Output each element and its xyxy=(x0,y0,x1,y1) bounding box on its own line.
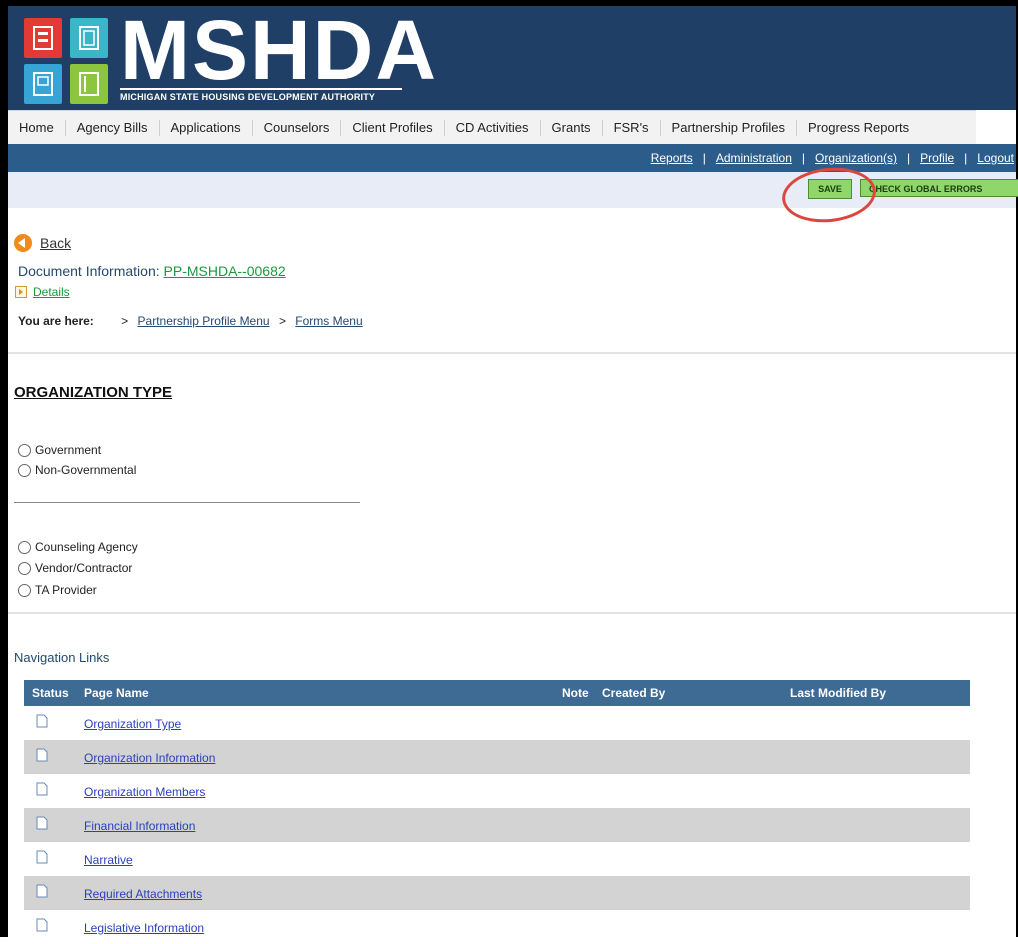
breadcrumb-label: You are here: xyxy=(18,314,94,328)
subnav-reports[interactable]: Reports xyxy=(651,151,693,165)
subnav-profile[interactable]: Profile xyxy=(920,151,954,165)
page-icon xyxy=(36,918,48,935)
table-row: Organization Members xyxy=(24,774,970,808)
back-link[interactable]: Back xyxy=(14,234,71,252)
door-icon xyxy=(24,18,62,58)
page-title: ORGANIZATION TYPE xyxy=(14,384,173,401)
logo-blocks xyxy=(24,18,108,104)
sub-nav: Reports | Administration | Organization(… xyxy=(8,144,1016,172)
breadcrumb-forms-menu[interactable]: Forms Menu xyxy=(295,314,362,328)
document-information: Document Information: PP-MSHDA--00682 xyxy=(18,263,286,279)
separator: | xyxy=(907,151,911,165)
link-required-attachments[interactable]: Required Attachments xyxy=(84,887,202,901)
link-organization-members[interactable]: Organization Members xyxy=(84,785,205,799)
link-legislative-information[interactable]: Legislative Information xyxy=(84,921,204,935)
main-nav: Home Agency Bills Applications Counselor… xyxy=(8,110,976,145)
page-icon xyxy=(36,748,48,765)
link-financial-information[interactable]: Financial Information xyxy=(84,819,195,833)
subnav-logout[interactable]: Logout xyxy=(977,151,1014,165)
breadcrumb-separator: > xyxy=(278,314,286,328)
nav-fsrs[interactable]: FSR's xyxy=(603,120,661,136)
expand-icon xyxy=(15,286,27,298)
nav-cd-activities[interactable]: CD Activities xyxy=(445,120,541,136)
details-link[interactable]: Details xyxy=(33,285,70,299)
table-row: Organization Information xyxy=(24,740,970,774)
page-icon xyxy=(36,782,48,799)
table-row: Required Attachments xyxy=(24,876,970,910)
breadcrumb-separator: > xyxy=(121,314,129,328)
radio-label: Government xyxy=(35,443,102,457)
link-organization-type[interactable]: Organization Type xyxy=(84,717,181,731)
nav-agency-bills[interactable]: Agency Bills xyxy=(66,120,160,136)
nav-counselors[interactable]: Counselors xyxy=(253,120,342,136)
link-organization-information[interactable]: Organization Information xyxy=(84,751,215,765)
logo-wordmark: MSHDA xyxy=(120,3,438,97)
navigation-links-table: Status Page Name Note Created By Last Mo… xyxy=(24,680,970,944)
divider xyxy=(8,352,1016,354)
cabinet-icon xyxy=(24,64,62,104)
column-note: Note xyxy=(562,686,589,700)
table-header: Status Page Name Note Created By Last Mo… xyxy=(24,680,970,706)
nav-progress-reports[interactable]: Progress Reports xyxy=(797,120,920,136)
separator: | xyxy=(964,151,968,165)
page-icon xyxy=(36,884,48,901)
subnav-organizations[interactable]: Organization(s) xyxy=(815,151,897,165)
house-icon xyxy=(70,64,108,104)
page-icon xyxy=(36,714,48,731)
breadcrumb-partnership-profile-menu[interactable]: Partnership Profile Menu xyxy=(138,314,270,328)
radio-vendor-contractor[interactable]: Vendor/Contractor xyxy=(18,561,132,575)
radio-circle[interactable] xyxy=(18,463,31,477)
radio-label: Non-Governmental xyxy=(35,463,137,477)
logo-underline xyxy=(120,88,402,90)
check-global-errors-button[interactable]: CHECK GLOBAL ERRORS xyxy=(860,179,1018,197)
window-icon xyxy=(70,18,108,58)
radio-government[interactable]: Government xyxy=(18,443,101,457)
document-info-label: Document Information: xyxy=(18,263,160,279)
table-row: Legislative Information xyxy=(24,910,970,944)
document-id-link[interactable]: PP-MSHDA--00682 xyxy=(164,263,286,279)
column-created-by: Created By xyxy=(602,686,666,700)
breadcrumb: You are here: > Partnership Profile Menu… xyxy=(18,314,363,328)
nav-applications[interactable]: Applications xyxy=(160,120,253,136)
logo-subtitle: MICHIGAN STATE HOUSING DEVELOPMENT AUTHO… xyxy=(120,92,376,102)
radio-label: Counseling Agency xyxy=(35,540,138,554)
column-last-modified-by: Last Modified By xyxy=(790,686,887,700)
back-label[interactable]: Back xyxy=(40,235,71,251)
separator: | xyxy=(702,151,706,165)
table-row: Organization Type xyxy=(24,706,970,740)
navigation-links-title: Navigation Links xyxy=(14,650,110,665)
radio-counseling-agency[interactable]: Counseling Agency xyxy=(18,540,138,554)
radio-label: Vendor/Contractor xyxy=(35,561,133,575)
page-icon xyxy=(36,850,48,867)
radio-circle[interactable] xyxy=(18,540,31,554)
nav-partnership-profiles[interactable]: Partnership Profiles xyxy=(661,120,797,136)
divider xyxy=(14,502,360,503)
link-narrative[interactable]: Narrative xyxy=(84,853,133,867)
site-header: MSHDA MICHIGAN STATE HOUSING DEVELOPMENT… xyxy=(8,6,1016,110)
table-row: Narrative xyxy=(24,842,970,876)
nav-grants[interactable]: Grants xyxy=(541,120,603,136)
page-icon xyxy=(36,816,48,833)
divider xyxy=(8,612,1016,614)
separator: | xyxy=(801,151,805,165)
column-status: Status xyxy=(32,686,69,700)
radio-ta-provider[interactable]: TA Provider xyxy=(18,583,97,597)
details-toggle[interactable]: Details xyxy=(15,285,70,299)
radio-circle[interactable] xyxy=(18,561,31,575)
subnav-administration[interactable]: Administration xyxy=(716,151,792,165)
table-row: Financial Information xyxy=(24,808,970,842)
nav-client-profiles[interactable]: Client Profiles xyxy=(341,120,445,136)
radio-circle[interactable] xyxy=(18,443,31,457)
radio-circle[interactable] xyxy=(18,583,31,597)
nav-home[interactable]: Home xyxy=(8,120,66,136)
column-page-name: Page Name xyxy=(84,686,149,700)
radio-label: TA Provider xyxy=(35,583,97,597)
back-arrow-icon xyxy=(14,234,32,252)
radio-non-governmental[interactable]: Non-Governmental xyxy=(18,463,136,477)
